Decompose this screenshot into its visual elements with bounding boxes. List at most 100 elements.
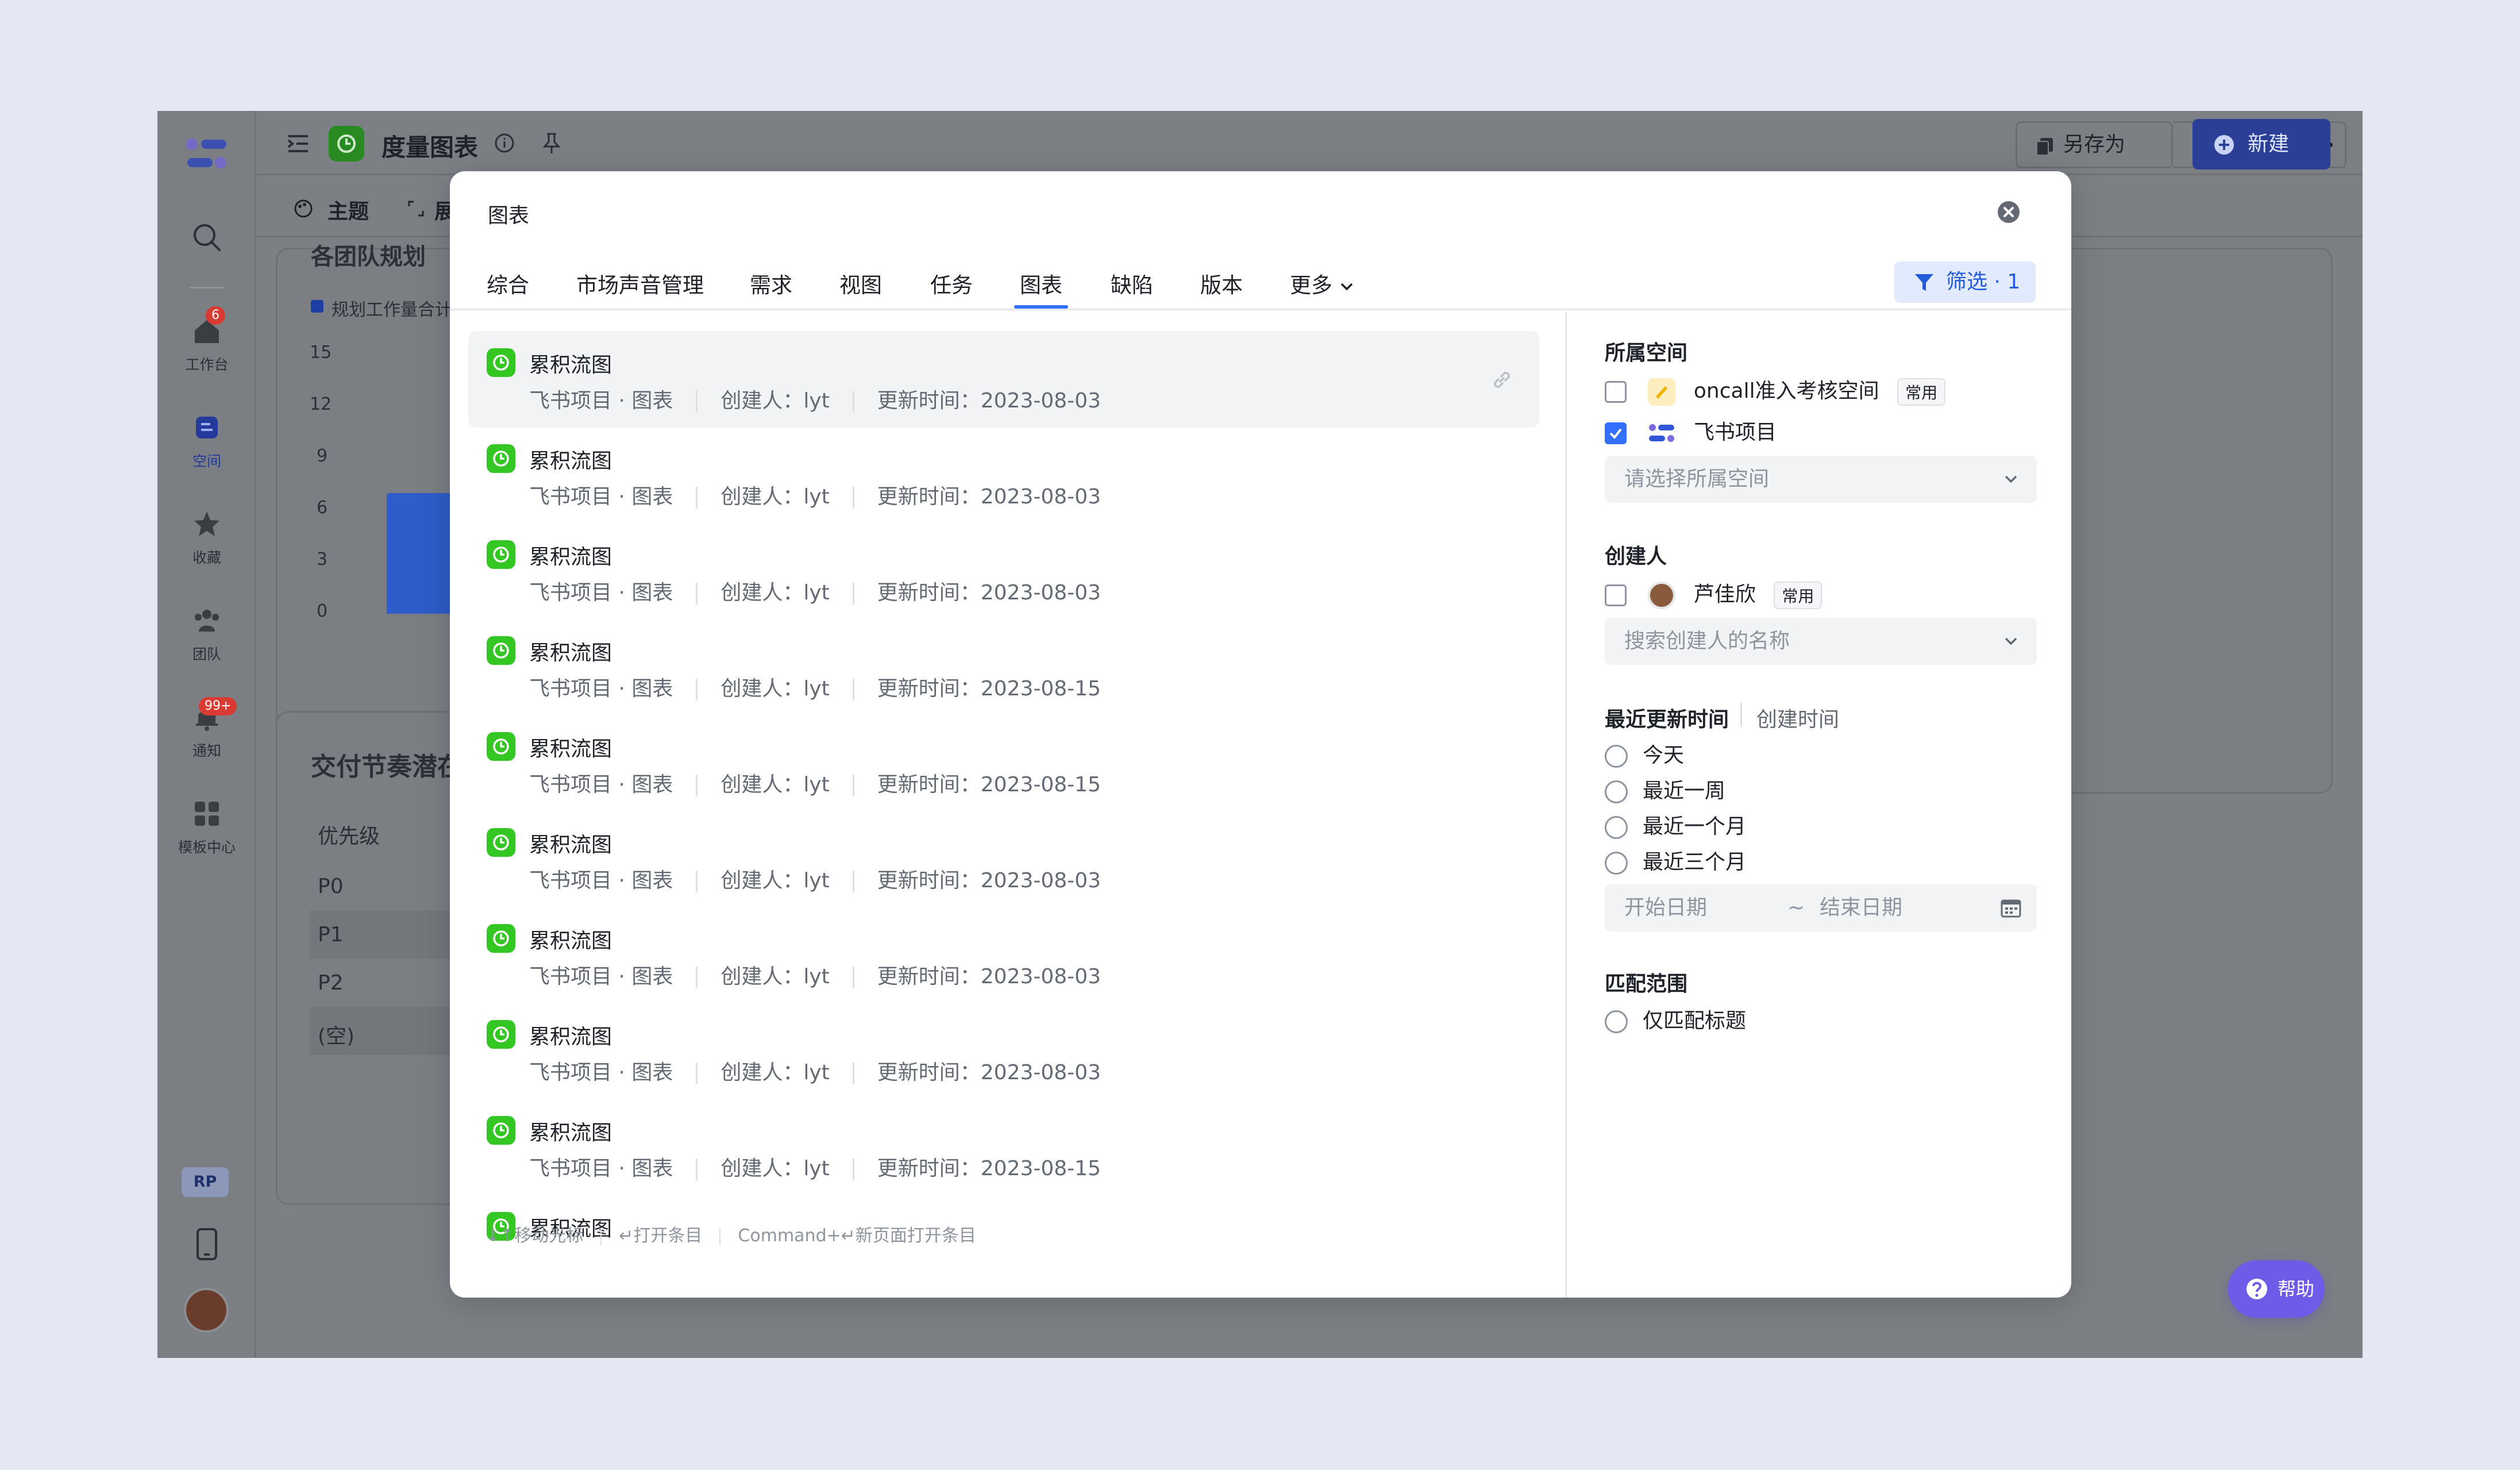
sidebar-item-templates[interactable]: 模板中心 bbox=[157, 798, 256, 857]
space-option-oncall[interactable]: oncall准入考核空间 常用 bbox=[1605, 374, 1946, 406]
sidebar-item-workbench[interactable]: 工作台 bbox=[157, 315, 256, 374]
close-icon[interactable] bbox=[1997, 200, 2021, 224]
checkbox[interactable] bbox=[1605, 584, 1627, 606]
tab-market-voice[interactable]: 市场声音管理 bbox=[576, 268, 704, 309]
sidebar-item-label: 工作台 bbox=[185, 356, 229, 373]
created-time-toggle[interactable]: 创建时间 bbox=[1756, 703, 1839, 733]
result-item[interactable]: 累积流图飞书项目 · 图表 创建人：lyt 更新时间：2023-08-15 bbox=[468, 715, 1539, 811]
pin-icon[interactable] bbox=[541, 132, 562, 155]
result-title: 累积流图 bbox=[529, 1025, 612, 1049]
creator-avatar bbox=[1648, 582, 1676, 609]
tab-tasks[interactable]: 任务 bbox=[930, 268, 973, 309]
checkbox-checked[interactable] bbox=[1605, 422, 1627, 444]
theme-button[interactable]: 主题 bbox=[327, 195, 369, 225]
result-item[interactable]: 累积流图 飞书项目 · 图表 创建人：lyt 更新时间：2023-08-03 bbox=[468, 907, 1539, 1003]
space-select[interactable]: 请选择所属空间 bbox=[1605, 456, 2037, 503]
time-option-label: 今天 bbox=[1643, 744, 1685, 767]
match-title-only-option[interactable]: 仅匹配标题 bbox=[1605, 1004, 1746, 1036]
result-title: 累积流图 bbox=[529, 449, 612, 473]
active-tab-indicator bbox=[1014, 305, 1068, 309]
result-source: 飞书项目 · 图表 bbox=[529, 1061, 673, 1084]
result-title: 累积流图 bbox=[529, 353, 612, 377]
chart-item-icon bbox=[487, 924, 515, 953]
result-updated: 更新时间：2023-08-15 bbox=[877, 677, 1101, 701]
tab-versions[interactable]: 版本 bbox=[1200, 268, 1243, 309]
sidebar-item-team[interactable]: 团队 bbox=[157, 605, 256, 664]
result-title: 累积流图 bbox=[529, 737, 612, 761]
radio[interactable] bbox=[1605, 745, 1628, 768]
result-item[interactable]: 累积流图 飞书项目 · 图表 创建人：lyt 更新时间：2023-08-03 bbox=[468, 427, 1539, 524]
range-separator: ~ bbox=[1787, 896, 1805, 919]
new-button[interactable]: 新建 bbox=[2193, 119, 2330, 170]
space-filter-heading: 所属空间 bbox=[1605, 341, 1688, 365]
team-icon bbox=[195, 610, 219, 632]
end-date-input[interactable]: 结束日期 bbox=[1820, 884, 1902, 932]
radio[interactable] bbox=[1605, 816, 1628, 839]
plus-circle-icon bbox=[2214, 135, 2234, 155]
time-option-today[interactable]: 今天 bbox=[1605, 738, 1684, 771]
search-modal: 图表 综合 市场声音管理 需求 视图 任务 图表 缺陷 版本 更多 筛选 · 1… bbox=[450, 171, 2071, 1298]
time-filter-heading[interactable]: 最近更新时间 bbox=[1605, 703, 1729, 733]
user-chip[interactable]: RP bbox=[182, 1167, 229, 1197]
result-source: 飞书项目 · 图表 bbox=[529, 581, 673, 605]
hint-move: ↓↑移动光标 bbox=[485, 1226, 584, 1246]
tab-more[interactable]: 更多 bbox=[1290, 268, 1354, 309]
result-source: 飞书项目 · 图表 bbox=[529, 485, 673, 509]
chart-app-icon bbox=[329, 126, 364, 161]
project-logo-icon bbox=[1649, 424, 1675, 442]
time-option-quarter[interactable]: 最近三个月 bbox=[1605, 845, 1746, 878]
tab-overview[interactable]: 综合 bbox=[487, 268, 529, 309]
save-as-label: 另存为 bbox=[2063, 133, 2126, 156]
creator-option[interactable]: 芦佳欣 常用 bbox=[1605, 578, 1822, 610]
result-creator: 创建人：lyt bbox=[720, 869, 830, 892]
result-updated: 更新时间：2023-08-03 bbox=[877, 965, 1101, 988]
result-item[interactable]: 累积流图飞书项目 · 图表 创建人：lyt 更新时间：2023-08-03 bbox=[468, 811, 1539, 907]
tab-charts[interactable]: 图表 bbox=[1020, 268, 1062, 309]
sidebar-item-favorites[interactable]: 收藏 bbox=[157, 509, 256, 567]
result-meta: 飞书项目 · 图表 创建人：lyt 更新时间：2023-08-03 bbox=[529, 960, 1101, 990]
result-updated: 更新时间：2023-08-03 bbox=[877, 1061, 1101, 1084]
radio[interactable] bbox=[1605, 1010, 1628, 1033]
result-meta: 飞书项目 · 图表 创建人：lyt 更新时间：2023-08-03 bbox=[529, 864, 1101, 894]
result-updated: 更新时间：2023-08-03 bbox=[877, 581, 1101, 605]
user-avatar[interactable] bbox=[184, 1288, 229, 1333]
sidebar-item-label: 空间 bbox=[192, 453, 221, 470]
checkbox[interactable] bbox=[1605, 381, 1627, 403]
result-title: 累积流图 bbox=[529, 833, 612, 857]
tab-defects[interactable]: 缺陷 bbox=[1111, 268, 1153, 309]
date-range-picker[interactable]: 开始日期 ~ 结束日期 bbox=[1605, 884, 2037, 932]
result-title: 累积流图 bbox=[529, 1121, 612, 1145]
mobile-icon[interactable] bbox=[194, 1228, 219, 1260]
tab-views[interactable]: 视图 bbox=[839, 268, 882, 309]
result-title: 累积流图 bbox=[529, 641, 612, 665]
time-option-month[interactable]: 最近一个月 bbox=[1605, 810, 1746, 842]
sidebar-toggle-icon[interactable] bbox=[286, 132, 310, 156]
chart-item-icon bbox=[487, 1116, 515, 1145]
result-item[interactable]: 累积流图 飞书项目 · 图表 创建人：lyt 更新时间：2023-08-15 bbox=[468, 619, 1539, 715]
chart-item-icon bbox=[487, 732, 515, 761]
start-date-input[interactable]: 开始日期 bbox=[1624, 896, 1707, 919]
info-icon[interactable] bbox=[494, 133, 515, 153]
result-meta: 飞书项目 · 图表 创建人：lyt 更新时间：2023-08-15 bbox=[529, 768, 1101, 798]
table-header: 优先级 bbox=[318, 825, 380, 848]
result-list: 累积流图 飞书项目 · 图表 创建人：lyt 更新时间：2023-08-03 累积流图飞… bbox=[450, 312, 1567, 1298]
result-item[interactable]: 累积流图 飞书项目 · 图表 创建人：lyt 更新时间：2023-08-03 bbox=[468, 523, 1539, 619]
time-option-week[interactable]: 最近一周 bbox=[1605, 774, 1725, 806]
radio[interactable] bbox=[1605, 780, 1628, 803]
space-option-feishu[interactable]: 飞书项目 bbox=[1605, 415, 1777, 448]
tab-requirements[interactable]: 需求 bbox=[750, 268, 792, 309]
help-button[interactable]: 帮助 bbox=[2228, 1260, 2325, 1318]
search-icon[interactable] bbox=[191, 221, 223, 253]
creator-select[interactable]: 搜索创建人的名称 bbox=[1605, 618, 2037, 665]
result-item[interactable]: 累积流图 飞书项目 · 图表 创建人：lyt 更新时间：2023-08-03 bbox=[468, 331, 1539, 428]
sidebar-item-label: 收藏 bbox=[192, 549, 221, 566]
chart-item-icon bbox=[487, 540, 515, 569]
result-creator: 创建人：lyt bbox=[720, 773, 830, 796]
link-icon[interactable] bbox=[1489, 367, 1515, 393]
result-item[interactable]: 累积流图 飞书项目 · 图表 创建人：lyt 更新时间：2023-08-15 bbox=[468, 1099, 1539, 1195]
filter-button[interactable]: 筛选 · 1 bbox=[1894, 261, 2036, 303]
radio[interactable] bbox=[1605, 852, 1628, 875]
save-as-button[interactable]: 另存为 bbox=[2016, 121, 2173, 168]
sidebar-item-space[interactable]: 空间 bbox=[157, 412, 256, 471]
result-item[interactable]: 累积流图 飞书项目 · 图表 创建人：lyt 更新时间：2023-08-03 bbox=[468, 1003, 1539, 1099]
